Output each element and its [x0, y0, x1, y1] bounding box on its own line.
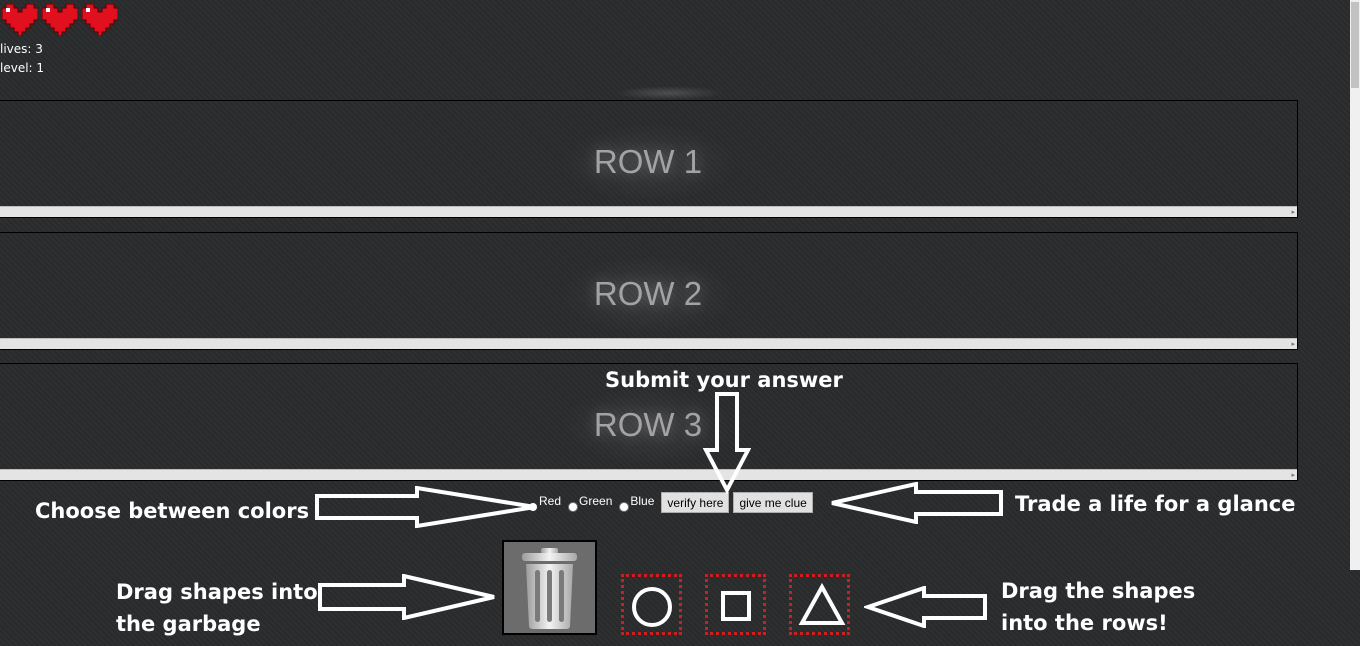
trade-life-annotation: Trade a life for a glance: [1015, 492, 1296, 516]
row-label: ROW 2: [593, 275, 703, 312]
drop-row-1[interactable]: ROW 1 ▸: [0, 100, 1298, 218]
color-radio-green[interactable]: Green: [568, 494, 612, 512]
left-arrow-icon: [831, 482, 1003, 524]
verify-button[interactable]: verify here: [661, 492, 730, 513]
heart-icon: [82, 4, 118, 36]
right-arrow-icon: [318, 574, 495, 620]
heart-icon: [2, 4, 38, 36]
level-counter: level: 1: [0, 61, 45, 75]
page-scrollbar-thumb[interactable]: [1351, 2, 1359, 88]
square-icon: [721, 591, 751, 621]
lives-hearts: [2, 4, 118, 36]
scroll-right-icon[interactable]: ▸: [1291, 340, 1295, 348]
row-scrollbar[interactable]: ▸: [0, 469, 1297, 480]
lives-counter: lives: 3: [0, 42, 43, 56]
radio-label: Red: [539, 493, 562, 508]
radio-icon[interactable]: [619, 501, 630, 512]
row-scrollbar[interactable]: ▸: [0, 338, 1297, 349]
left-arrow-icon: [864, 586, 987, 628]
down-arrow-icon: [703, 392, 751, 494]
radio-icon[interactable]: [568, 501, 579, 512]
garbage-annotation-line2: the garbage: [116, 612, 261, 636]
circle-shape[interactable]: [621, 574, 682, 635]
triangle-icon: [798, 582, 846, 625]
trash-icon: [522, 548, 577, 629]
radio-label: Green: [579, 493, 613, 508]
color-radio-blue[interactable]: Blue: [619, 494, 654, 512]
garbage-annotation-line1: Drag shapes into: [116, 580, 318, 604]
scroll-right-icon[interactable]: ▸: [1291, 471, 1295, 479]
triangle-shape[interactable]: [789, 574, 850, 635]
garbage-drop-zone[interactable]: [502, 540, 597, 635]
row-label: ROW 1: [593, 143, 703, 180]
choose-colors-annotation: Choose between colors: [35, 499, 310, 523]
circle-icon: [632, 587, 672, 627]
page-scrollbar[interactable]: [1350, 0, 1360, 570]
square-shape[interactable]: [705, 574, 766, 635]
top-glow: [614, 86, 724, 100]
right-arrow-icon: [315, 486, 536, 528]
radio-label: Blue: [630, 493, 655, 508]
row-scrollbar[interactable]: ▸: [0, 206, 1297, 217]
rows-annotation-line1: Drag the shapes: [1001, 579, 1196, 603]
drop-row-2[interactable]: ROW 2 ▸: [0, 232, 1298, 350]
clue-button[interactable]: give me clue: [733, 492, 813, 513]
answer-controls: Red Green Blue verify here give me clue: [528, 492, 817, 513]
heart-icon: [42, 4, 78, 36]
scroll-right-icon[interactable]: ▸: [1291, 208, 1295, 216]
rows-annotation-line2: into the rows!: [1001, 611, 1168, 635]
row-label: ROW 3: [593, 406, 703, 443]
